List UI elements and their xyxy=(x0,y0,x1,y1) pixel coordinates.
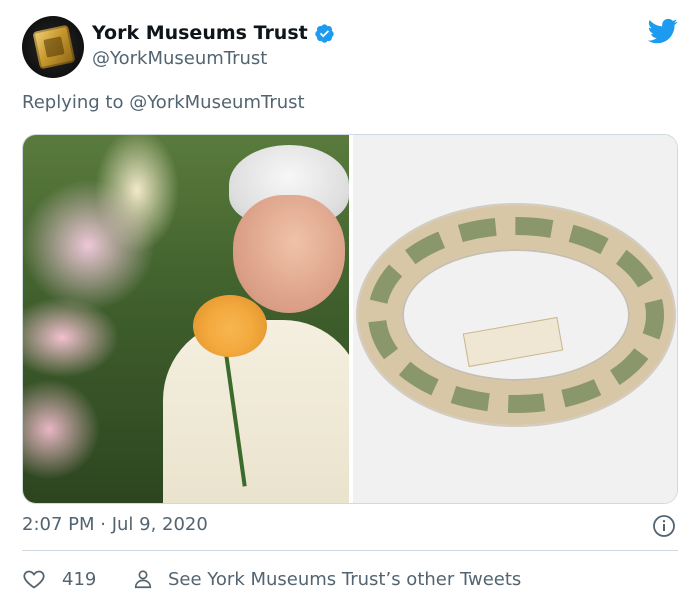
wreath-leaves xyxy=(368,217,664,413)
like-button[interactable]: 419 xyxy=(22,567,96,591)
see-other-tweets-label: See York Museums Trust’s other Tweets xyxy=(168,568,522,590)
replying-to-handle[interactable]: @YorkMuseumTrust xyxy=(129,92,304,113)
person-icon xyxy=(134,570,152,589)
author-handle[interactable]: @YorkMuseumTrust xyxy=(92,48,267,69)
like-count: 419 xyxy=(62,568,97,590)
twitter-bird-icon[interactable] xyxy=(646,16,680,46)
photo-rose xyxy=(193,295,267,357)
see-other-tweets-link[interactable]: See York Museums Trust’s other Tweets xyxy=(132,567,521,591)
tweet-media[interactable] xyxy=(22,134,678,504)
avatar-object-image xyxy=(32,24,76,70)
photo-flower-wreath[interactable] xyxy=(353,135,677,503)
author-avatar[interactable] xyxy=(22,16,84,78)
author-name[interactable]: York Museums Trust xyxy=(92,22,308,44)
author-name-row: York Museums Trust xyxy=(92,22,335,44)
verified-badge-icon xyxy=(315,23,334,43)
heart-icon xyxy=(23,570,45,589)
info-icon[interactable] xyxy=(652,514,676,538)
replying-prefix: Replying to xyxy=(22,92,130,113)
footer-divider xyxy=(22,550,678,551)
replying-to-line: Replying to @YorkMuseumTrust xyxy=(22,92,305,113)
photo-woman-with-rose[interactable] xyxy=(23,135,349,503)
tweet-timestamp[interactable]: 2:07 PM · Jul 9, 2020 xyxy=(22,514,208,535)
photo-person-face xyxy=(233,195,345,313)
